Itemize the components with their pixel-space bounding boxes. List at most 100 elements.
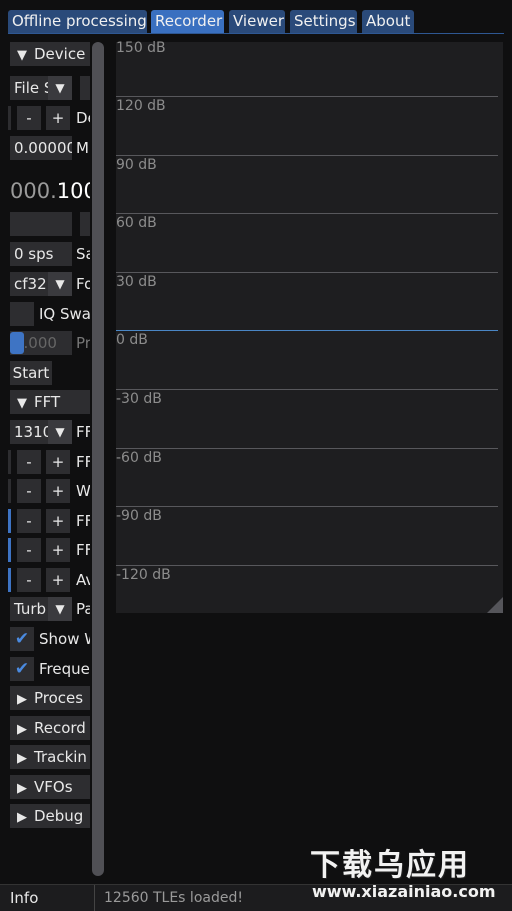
avg-edge bbox=[8, 568, 11, 592]
waterfall-rate-plus-button[interactable]: + bbox=[46, 479, 70, 503]
source-select[interactable]: File S ▼ bbox=[10, 76, 72, 100]
expand-right-icon: ▶ bbox=[17, 692, 27, 707]
frequency-scale-checkbox[interactable]: ✔ bbox=[10, 657, 34, 681]
panel-splitter-scrollbar[interactable] bbox=[92, 42, 104, 876]
palette-label: Pa bbox=[76, 600, 90, 618]
fft-max-plus-button[interactable]: + bbox=[46, 509, 70, 533]
db-label: 30 dB bbox=[116, 274, 157, 290]
show-waterfall-label: Show W bbox=[39, 630, 90, 648]
fft-rate-edge bbox=[8, 450, 11, 474]
device-label: De bbox=[76, 109, 90, 127]
tracking-section-header[interactable]: ▶ Trackin bbox=[10, 745, 90, 769]
grid-line bbox=[116, 448, 498, 449]
db-label: 120 dB bbox=[116, 98, 166, 114]
samplerate-label: Sa bbox=[76, 245, 90, 263]
fft-min-plus-button[interactable]: + bbox=[46, 538, 70, 562]
expand-right-icon: ▶ bbox=[17, 722, 27, 737]
tab-underline bbox=[8, 33, 504, 34]
fft-min-minus-button[interactable]: - bbox=[17, 538, 41, 562]
mhz-input[interactable]: 0.00000 bbox=[10, 136, 72, 160]
fft-plot[interactable]: 150 dB 120 dB 90 dB 60 dB 30 dB 0 dB -30… bbox=[116, 40, 503, 613]
tab-viewer[interactable]: Viewer bbox=[229, 10, 285, 33]
db-label: 150 dB bbox=[116, 40, 166, 56]
iq-swap-label: IQ Swap bbox=[39, 305, 90, 323]
samplerate-input[interactable]: 0 sps bbox=[10, 242, 72, 266]
fft-rate-minus-button[interactable]: - bbox=[17, 450, 41, 474]
db-label: 0 dB bbox=[116, 332, 148, 348]
refresh-button[interactable] bbox=[80, 76, 90, 100]
watermark-logo: 下载乌应用 www.xiazainiao.com bbox=[306, 840, 506, 910]
dropdown-arrow-icon: ▼ bbox=[48, 420, 72, 444]
dropdown-arrow-icon: ▼ bbox=[48, 272, 72, 296]
watermark-url: www.xiazainiao.com bbox=[312, 882, 496, 901]
start-button[interactable]: Start bbox=[10, 361, 52, 385]
left-panel: ▼Device File S ▼ - + De 0.00000 M 000.10… bbox=[8, 38, 90, 838]
db-label: -30 dB bbox=[116, 391, 162, 407]
info-label[interactable]: Info bbox=[10, 885, 38, 911]
grid-line bbox=[116, 213, 498, 214]
device-plus-button[interactable]: + bbox=[46, 106, 70, 130]
expand-down-icon: ▼ bbox=[17, 396, 27, 411]
recorder-section-header[interactable]: ▶ Record bbox=[10, 716, 90, 740]
avg-plus-button[interactable]: + bbox=[46, 568, 70, 592]
grid-line bbox=[116, 96, 498, 97]
avg-minus-button[interactable]: - bbox=[17, 568, 41, 592]
tab-about[interactable]: About bbox=[362, 10, 414, 33]
expand-down-icon: ▼ bbox=[17, 48, 27, 63]
expand-right-icon: ▶ bbox=[17, 810, 27, 825]
db-label: -120 dB bbox=[116, 567, 171, 583]
db-label: 90 dB bbox=[116, 157, 157, 173]
fft-rate-label: FF bbox=[76, 453, 90, 471]
db-label: 60 dB bbox=[116, 215, 157, 231]
fft-max-minus-button[interactable]: - bbox=[17, 509, 41, 533]
db-label: -60 dB bbox=[116, 450, 162, 466]
show-waterfall-checkbox[interactable]: ✔ bbox=[10, 627, 34, 651]
fft-section-header[interactable]: ▼ FFT bbox=[10, 390, 90, 414]
debug-section-header[interactable]: ▶ Debug bbox=[10, 804, 90, 828]
expand-right-icon: ▶ bbox=[17, 781, 27, 796]
fft-size-label: FF bbox=[76, 423, 90, 441]
fft-max-label: FF bbox=[76, 512, 90, 530]
grid-line bbox=[116, 506, 498, 507]
fft-min-edge bbox=[8, 538, 11, 562]
status-divider bbox=[94, 885, 95, 911]
zero-line bbox=[116, 330, 498, 331]
checkmark-icon: ✔ bbox=[14, 629, 30, 649]
resize-grip-icon[interactable] bbox=[487, 597, 503, 613]
frequency-scale-label: Frequen bbox=[39, 660, 90, 678]
processing-section-header[interactable]: ▶ Proces bbox=[10, 686, 90, 710]
dropdown-arrow-icon: ▼ bbox=[48, 597, 72, 621]
avg-label: Av bbox=[76, 571, 90, 589]
expand-right-icon: ▶ bbox=[17, 751, 27, 766]
watermark-title: 下载乌应用 bbox=[310, 848, 470, 883]
grid-line bbox=[116, 155, 498, 156]
vfos-section-header[interactable]: ▶ VFOs bbox=[10, 775, 90, 799]
waterfall-rate-minus-button[interactable]: - bbox=[17, 479, 41, 503]
tab-recorder[interactable]: Recorder bbox=[151, 10, 224, 33]
palette-select[interactable]: Turb ▼ bbox=[10, 597, 72, 621]
progress-slider-grab[interactable] bbox=[10, 332, 24, 354]
iq-swap-checkbox[interactable] bbox=[10, 302, 34, 326]
device-minus-button[interactable]: - bbox=[17, 106, 41, 130]
device-section-header[interactable]: ▼ Device bbox=[10, 42, 90, 66]
fft-size-select[interactable]: 1310 ▼ bbox=[10, 420, 72, 444]
tab-offline-processing[interactable]: Offline processing bbox=[8, 10, 147, 33]
blank-input[interactable] bbox=[10, 212, 72, 236]
waterfall-rate-label: W bbox=[76, 482, 90, 500]
mhz-label: M bbox=[76, 139, 89, 157]
tab-settings[interactable]: Settings bbox=[290, 10, 357, 33]
db-label: -90 dB bbox=[116, 508, 162, 524]
grid-line bbox=[116, 565, 498, 566]
save-button[interactable] bbox=[80, 212, 90, 236]
grid-line bbox=[116, 272, 498, 273]
format-label: Fo bbox=[76, 275, 90, 293]
format-select[interactable]: cf32 ▼ bbox=[10, 272, 72, 296]
fft-rate-plus-button[interactable]: + bbox=[46, 450, 70, 474]
frequency-display[interactable]: 000.100 bbox=[10, 177, 90, 205]
grid-line bbox=[116, 389, 498, 390]
waterfall-rate-edge bbox=[8, 479, 11, 503]
dropdown-arrow-icon: ▼ bbox=[48, 76, 72, 100]
fft-max-edge bbox=[8, 509, 11, 533]
checkmark-icon: ✔ bbox=[14, 659, 30, 679]
status-message: 12560 TLEs loaded! bbox=[104, 890, 243, 906]
